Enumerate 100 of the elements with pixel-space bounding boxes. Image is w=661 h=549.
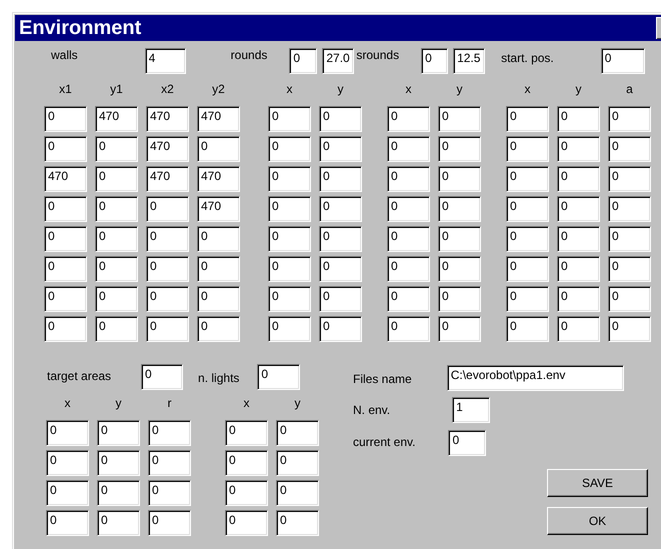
input-field[interactable]: 0 [95, 196, 138, 222]
input-field[interactable]: 0 [387, 256, 430, 282]
input-field[interactable]: 0 [97, 450, 140, 476]
input-field[interactable]: 0 [95, 256, 138, 282]
input-field[interactable]: 0 [438, 166, 481, 192]
input-field[interactable]: 0 [608, 316, 651, 342]
input-field[interactable]: 0 [557, 256, 600, 282]
input-field[interactable]: 0 [268, 286, 311, 312]
input-field[interactable]: 0 [387, 166, 430, 192]
input-field[interactable]: 0 [44, 226, 87, 252]
input-field[interactable]: 0 [506, 106, 549, 132]
input-field[interactable]: 0 [44, 256, 87, 282]
input-field[interactable]: 0 [225, 480, 268, 506]
input-field[interactable]: 0 [268, 166, 311, 192]
input-field[interactable]: 27.0 [322, 48, 354, 74]
input-field[interactable]: 470 [146, 106, 189, 132]
input-field[interactable]: 0 [225, 420, 268, 446]
input-field[interactable]: 0 [557, 106, 600, 132]
input-field[interactable]: 0 [608, 196, 651, 222]
input-field[interactable]: 0 [97, 510, 140, 536]
input-field[interactable]: 0 [438, 196, 481, 222]
input-field[interactable]: 0 [557, 166, 600, 192]
input-field[interactable]: 0 [506, 286, 549, 312]
input-field[interactable]: 0 [319, 286, 362, 312]
input-field[interactable]: 0 [506, 316, 549, 342]
input-field[interactable]: 0 [387, 106, 430, 132]
input-field[interactable]: 0 [438, 136, 481, 162]
input-field[interactable]: 0 [95, 286, 138, 312]
input-field[interactable]: 0 [257, 364, 300, 390]
input-field[interactable]: 0 [557, 136, 600, 162]
input-field[interactable]: 0 [95, 136, 138, 162]
input-field[interactable]: 0 [44, 196, 87, 222]
input-field[interactable]: 470 [197, 196, 240, 222]
input-field[interactable]: 0 [44, 316, 87, 342]
input-field[interactable]: 0 [95, 166, 138, 192]
input-field[interactable]: 0 [600, 48, 645, 74]
input-field[interactable]: 0 [268, 196, 311, 222]
input-field[interactable]: 0 [97, 420, 140, 446]
input-field[interactable]: 0 [506, 196, 549, 222]
dialog-button[interactable]: OK [547, 507, 648, 535]
input-field[interactable]: 0 [268, 106, 311, 132]
input-field[interactable]: 0 [95, 316, 138, 342]
input-field[interactable]: 0 [146, 256, 189, 282]
input-field[interactable]: 470 [197, 166, 240, 192]
input-field[interactable]: 12.5 [453, 48, 486, 74]
input-field[interactable]: 0 [319, 106, 362, 132]
input-field[interactable]: 0 [319, 166, 362, 192]
input-field[interactable]: 0 [148, 450, 191, 476]
input-field[interactable]: 0 [268, 226, 311, 252]
input-field[interactable]: 0 [608, 286, 651, 312]
input-field[interactable]: 0 [276, 480, 319, 506]
input-field[interactable]: 0 [421, 48, 448, 74]
input-field[interactable]: 0 [438, 256, 481, 282]
input-field[interactable]: 0 [146, 316, 189, 342]
input-field[interactable]: 0 [146, 286, 189, 312]
input-field[interactable]: 0 [197, 136, 240, 162]
input-field[interactable]: 0 [97, 480, 140, 506]
input-field[interactable]: 0 [146, 226, 189, 252]
input-field[interactable]: 0 [95, 226, 138, 252]
input-field[interactable]: 0 [438, 286, 481, 312]
input-field[interactable]: 0 [319, 256, 362, 282]
input-field[interactable]: 0 [319, 316, 362, 342]
input-field[interactable]: 0 [46, 420, 89, 446]
input-field[interactable]: 0 [557, 316, 600, 342]
input-field[interactable]: 0 [276, 420, 319, 446]
input-field[interactable]: 0 [197, 226, 240, 252]
input-field[interactable]: 470 [197, 106, 240, 132]
input-field[interactable]: 0 [146, 196, 189, 222]
input-field[interactable]: 0 [44, 286, 87, 312]
input-field[interactable]: 0 [46, 480, 89, 506]
input-field[interactable]: 0 [197, 316, 240, 342]
input-field[interactable]: 470 [146, 136, 189, 162]
input-field[interactable]: 0 [225, 510, 268, 536]
input-field[interactable]: 470 [146, 166, 189, 192]
input-field[interactable]: 0 [268, 316, 311, 342]
input-field[interactable]: 0 [557, 196, 600, 222]
input-field[interactable]: 0 [387, 226, 430, 252]
input-field[interactable]: C:\evorobot\ppa1.env [446, 365, 624, 391]
input-field[interactable]: 470 [95, 106, 138, 132]
input-field[interactable]: 0 [608, 106, 651, 132]
input-field[interactable]: 0 [608, 256, 651, 282]
input-field[interactable]: 0 [557, 286, 600, 312]
input-field[interactable]: 0 [197, 256, 240, 282]
input-field[interactable]: 0 [319, 226, 362, 252]
input-field[interactable]: 0 [141, 364, 184, 390]
input-field[interactable]: 0 [387, 286, 430, 312]
input-field[interactable]: 0 [268, 136, 311, 162]
input-field[interactable]: 1 [452, 397, 490, 423]
input-field[interactable]: 0 [557, 226, 600, 252]
dialog-button[interactable]: SAVE [547, 469, 648, 497]
input-field[interactable]: 0 [276, 450, 319, 476]
input-field[interactable]: 0 [148, 510, 191, 536]
input-field[interactable]: 0 [46, 450, 89, 476]
input-field[interactable]: 0 [387, 136, 430, 162]
input-field[interactable]: 0 [506, 136, 549, 162]
input-field[interactable]: 0 [387, 316, 430, 342]
input-field[interactable]: 0 [438, 106, 481, 132]
input-field[interactable]: 0 [438, 226, 481, 252]
input-field[interactable]: 4 [144, 48, 186, 74]
input-field[interactable]: 0 [148, 480, 191, 506]
